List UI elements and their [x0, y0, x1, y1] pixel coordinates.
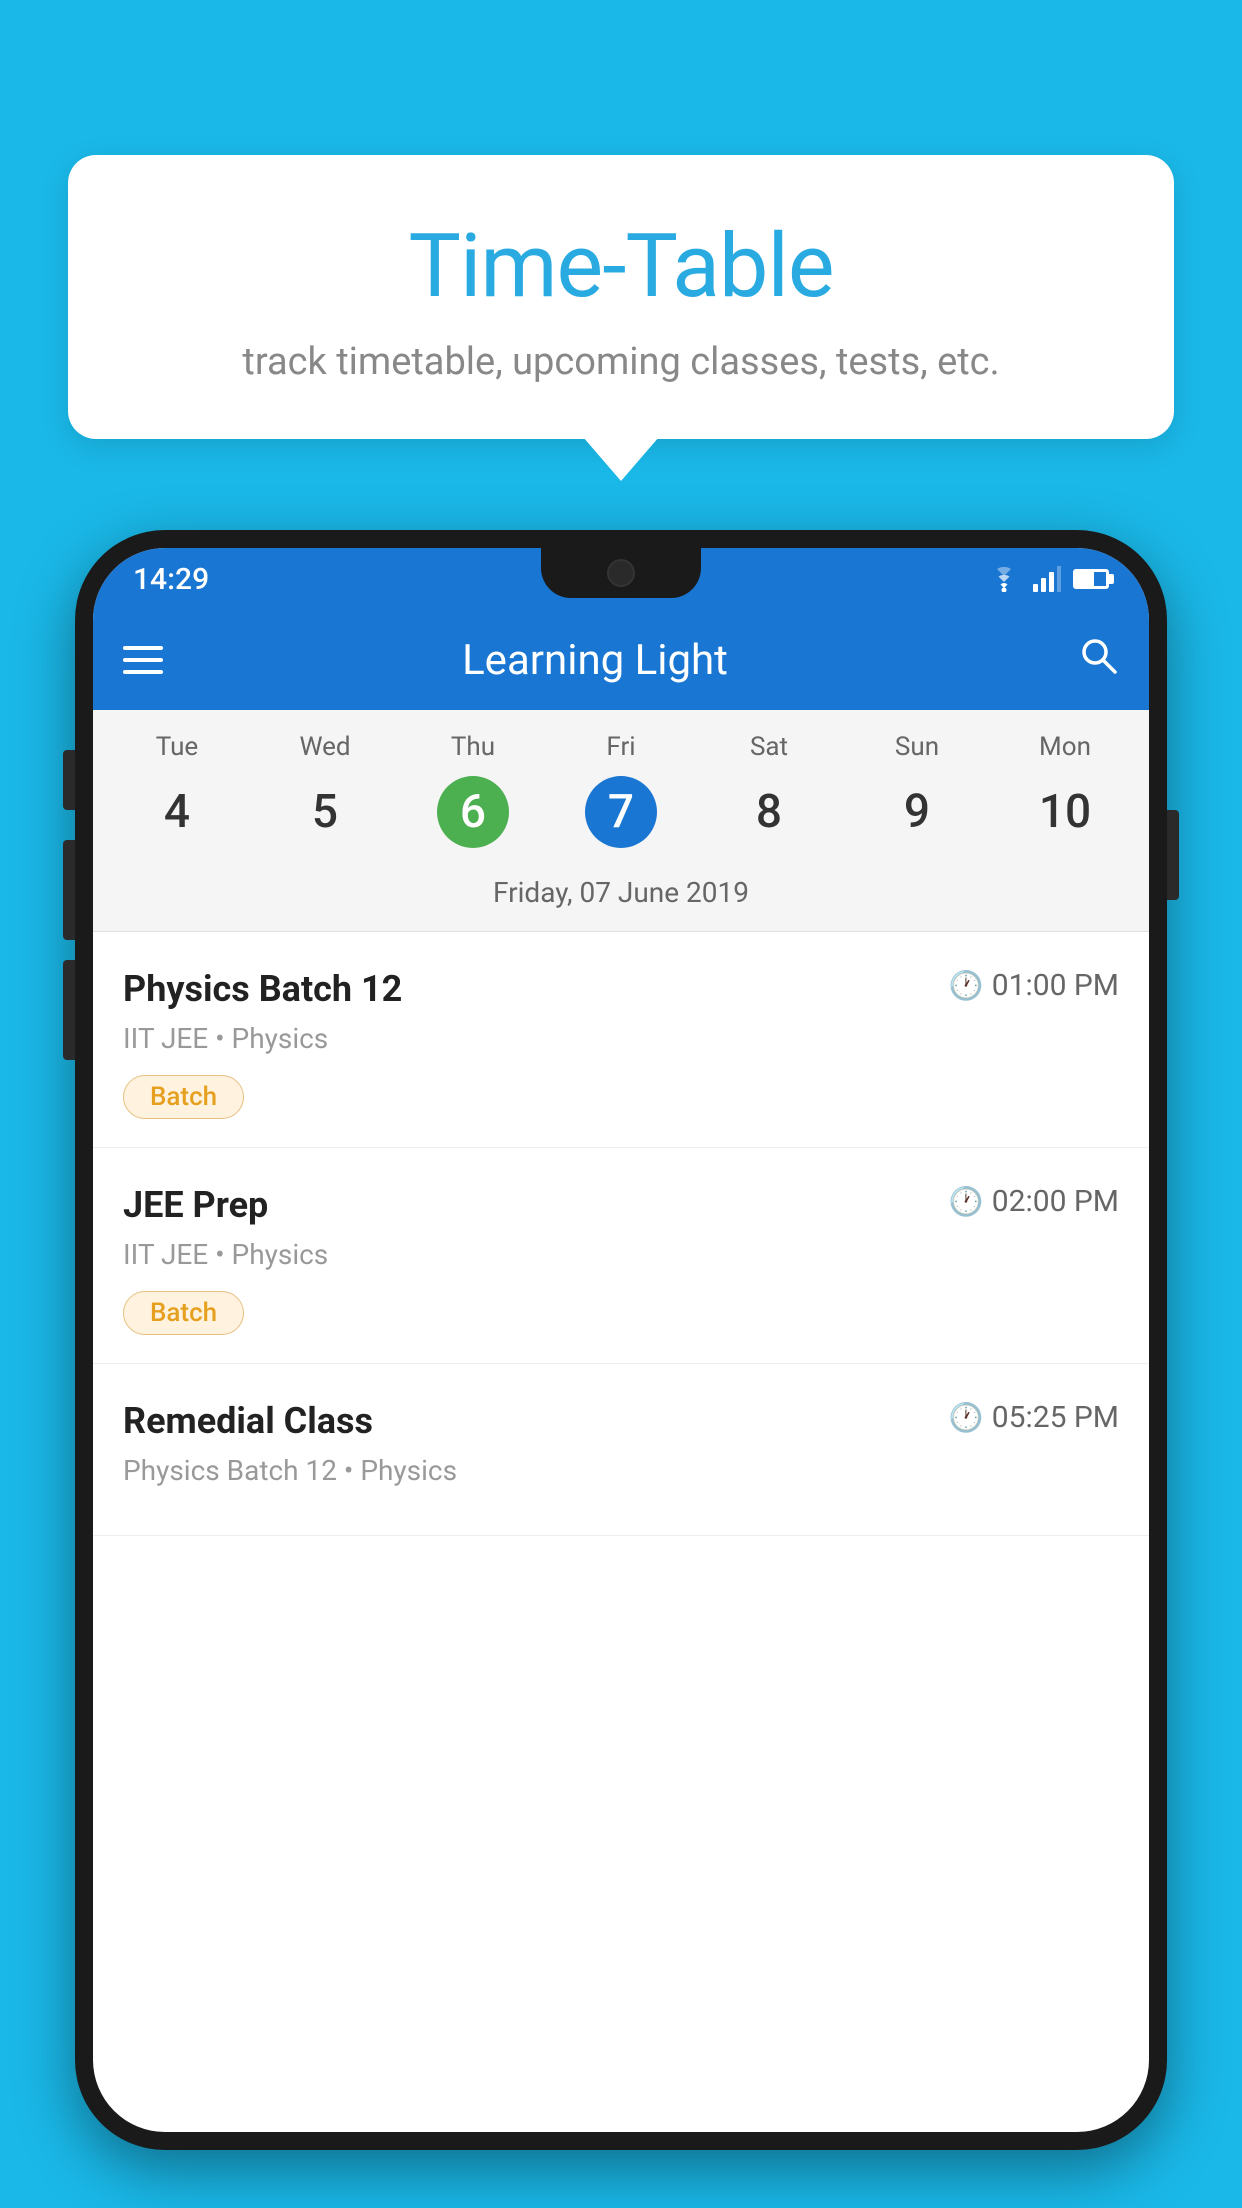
- day-name: Fri: [547, 732, 695, 762]
- day-name: Tue: [103, 732, 251, 762]
- tooltip-subtitle: track timetable, upcoming classes, tests…: [118, 340, 1124, 384]
- day-number[interactable]: 6: [437, 776, 509, 848]
- calendar-day-6[interactable]: Thu 6: [399, 732, 547, 848]
- schedule-subtitle: IIT JEE • Physics: [123, 1022, 1119, 1055]
- status-icons: [987, 566, 1109, 592]
- day-number[interactable]: 4: [141, 776, 213, 848]
- schedule-title: Physics Batch 12: [123, 968, 402, 1010]
- phone-notch: [541, 548, 701, 598]
- phone-screen: 14:29: [93, 548, 1149, 2132]
- day-number[interactable]: 7: [585, 776, 657, 848]
- calendar-day-7[interactable]: Fri 7: [547, 732, 695, 848]
- phone-camera: [607, 559, 635, 587]
- schedule-item-0[interactable]: Physics Batch 12 🕐 01:00 PM IIT JEE • Phys…: [93, 932, 1149, 1148]
- wifi-icon: [987, 566, 1021, 592]
- battery-icon: [1073, 569, 1109, 589]
- day-number[interactable]: 8: [733, 776, 805, 848]
- schedule-subtitle: IIT JEE • Physics: [123, 1238, 1119, 1271]
- schedule-time: 🕐 01:00 PM: [949, 968, 1119, 1003]
- phone-container: 14:29: [75, 530, 1167, 2208]
- day-name: Sun: [843, 732, 991, 762]
- schedule-list: Physics Batch 12 🕐 01:00 PM IIT JEE • Phys…: [93, 932, 1149, 1536]
- batch-tag: Batch: [123, 1075, 244, 1119]
- day-name: Wed: [251, 732, 399, 762]
- schedule-item-header: Physics Batch 12 🕐 01:00 PM: [123, 968, 1119, 1010]
- schedule-time: 🕐 05:25 PM: [949, 1400, 1119, 1435]
- day-number[interactable]: 10: [1029, 776, 1101, 848]
- schedule-time: 🕐 02:00 PM: [949, 1184, 1119, 1219]
- hamburger-menu[interactable]: [123, 646, 163, 674]
- calendar-day-5[interactable]: Wed 5: [251, 732, 399, 848]
- clock-icon: 🕐: [949, 1185, 984, 1218]
- selected-date-label: Friday, 07 June 2019: [93, 858, 1149, 932]
- day-number[interactable]: 9: [881, 776, 953, 848]
- schedule-item-1[interactable]: JEE Prep 🕐 02:00 PM IIT JEE • Physics Batch: [93, 1148, 1149, 1364]
- schedule-subtitle: Physics Batch 12 • Physics: [123, 1454, 1119, 1487]
- schedule-title: Remedial Class: [123, 1400, 373, 1442]
- calendar-day-10[interactable]: Mon 10: [991, 732, 1139, 848]
- phone-button-left-2: [63, 840, 75, 940]
- day-name: Mon: [991, 732, 1139, 762]
- search-button[interactable]: [1077, 634, 1119, 687]
- app-bar: Learning Light: [93, 610, 1149, 710]
- day-name: Thu: [399, 732, 547, 762]
- phone-button-right: [1167, 810, 1179, 900]
- phone-button-left-1: [63, 750, 75, 810]
- calendar-days-header: Tue 4 Wed 5 Thu 6 Fri 7 Sat 8 Sun 9 Mon 10: [93, 710, 1149, 858]
- schedule-item-2[interactable]: Remedial Class 🕐 05:25 PM Physics Batch 12…: [93, 1364, 1149, 1536]
- schedule-title: JEE Prep: [123, 1184, 268, 1226]
- schedule-item-header: JEE Prep 🕐 02:00 PM: [123, 1184, 1119, 1226]
- calendar-day-8[interactable]: Sat 8: [695, 732, 843, 848]
- clock-icon: 🕐: [949, 1401, 984, 1434]
- phone-button-left-3: [63, 960, 75, 1060]
- calendar-day-9[interactable]: Sun 9: [843, 732, 991, 848]
- calendar-day-4[interactable]: Tue 4: [103, 732, 251, 848]
- signal-icon: [1033, 566, 1061, 592]
- calendar-section: Tue 4 Wed 5 Thu 6 Fri 7 Sat 8 Sun 9 Mon 10 Friday, 07…: [93, 710, 1149, 932]
- day-name: Sat: [695, 732, 843, 762]
- batch-tag: Batch: [123, 1291, 244, 1335]
- schedule-item-header: Remedial Class 🕐 05:25 PM: [123, 1400, 1119, 1442]
- app-title: Learning Light: [188, 636, 1002, 685]
- status-time: 14:29: [133, 562, 209, 597]
- tooltip-title: Time-Table: [118, 215, 1124, 318]
- clock-icon: 🕐: [949, 969, 984, 1002]
- tooltip-card: Time-Table track timetable, upcoming cla…: [68, 155, 1174, 439]
- phone-outer: 14:29: [75, 530, 1167, 2150]
- day-number[interactable]: 5: [289, 776, 361, 848]
